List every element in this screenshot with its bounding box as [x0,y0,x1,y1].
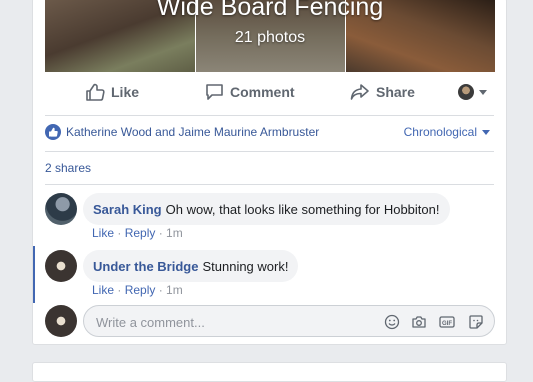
album-photos[interactable]: Wide Board Fencing 21 photos [45,0,495,72]
separator: · [114,226,125,240]
comment-author[interactable]: Under the Bridge [93,259,198,274]
gif-icon[interactable]: GIF [439,314,455,330]
avatar[interactable] [45,193,77,225]
comment-order-dropdown[interactable]: Chronological [404,123,490,141]
post-as-selector[interactable] [458,77,487,107]
new-comment-highlight [33,246,35,303]
shares-count[interactable]: 2 shares [45,161,91,175]
separator: · [155,283,167,297]
share-button[interactable]: Share [350,77,415,107]
comment-reply-link[interactable]: Reply [125,283,156,297]
comment-reply-link[interactable]: Reply [125,226,156,240]
speech-bubble-icon [206,84,223,100]
comment-timestamp[interactable]: 1m [166,226,183,240]
post-card: Wide Board Fencing 21 photos Like Commen… [32,0,507,345]
avatar [45,305,77,337]
share-arrow-icon [350,84,369,100]
like-label: Like [111,84,140,100]
emoji-icon[interactable] [384,314,400,330]
comment-like-link[interactable]: Like [92,283,114,297]
comment-button[interactable]: Comment [205,77,295,107]
comment-bubble: Sarah King Oh wow, that looks like somet… [83,193,450,225]
comment-input[interactable] [94,312,368,332]
album-title[interactable]: Wide Board Fencing [45,0,495,22]
share-label: Share [376,84,415,100]
comment-composer[interactable]: GIF [83,305,495,337]
divider [45,115,494,116]
avatar[interactable] [45,250,77,282]
comment-like-link[interactable]: Like [92,226,114,240]
reactions-summary[interactable]: Katherine Wood and Jaime Maurine Armbrus… [45,123,319,141]
caret-down-icon [482,129,490,135]
camera-icon[interactable] [411,314,427,330]
comment-author[interactable]: Sarah King [93,202,162,217]
comment-bubble: Under the Bridge Stunning work! [83,250,299,282]
separator: · [114,283,125,297]
comment-meta: Like · Reply · 1m [92,226,183,240]
comment-order-label: Chronological [403,125,477,139]
album-photo-count: 21 photos [234,29,306,46]
comment-meta: Like · Reply · 1m [92,283,183,297]
comment-text: Oh wow, that looks like something for Ho… [165,201,440,217]
next-post-card [32,362,507,382]
avatar [458,84,474,100]
comment-label: Comment [230,84,295,100]
caret-down-icon [479,89,487,95]
sticker-icon[interactable] [468,314,484,330]
comment-timestamp[interactable]: 1m [166,283,183,297]
like-reaction-icon [45,124,61,140]
comment-text: Stunning work! [202,258,289,274]
separator: · [155,226,167,240]
post-actions: Like Comment Share [45,77,495,107]
divider [45,184,494,185]
like-button[interactable]: Like [85,77,139,107]
divider [45,151,494,152]
thumbs-up-icon [86,83,105,101]
reactions-names[interactable]: Katherine Wood and Jaime Maurine Armbrus… [66,125,319,139]
svg-text:GIF: GIF [442,321,452,327]
